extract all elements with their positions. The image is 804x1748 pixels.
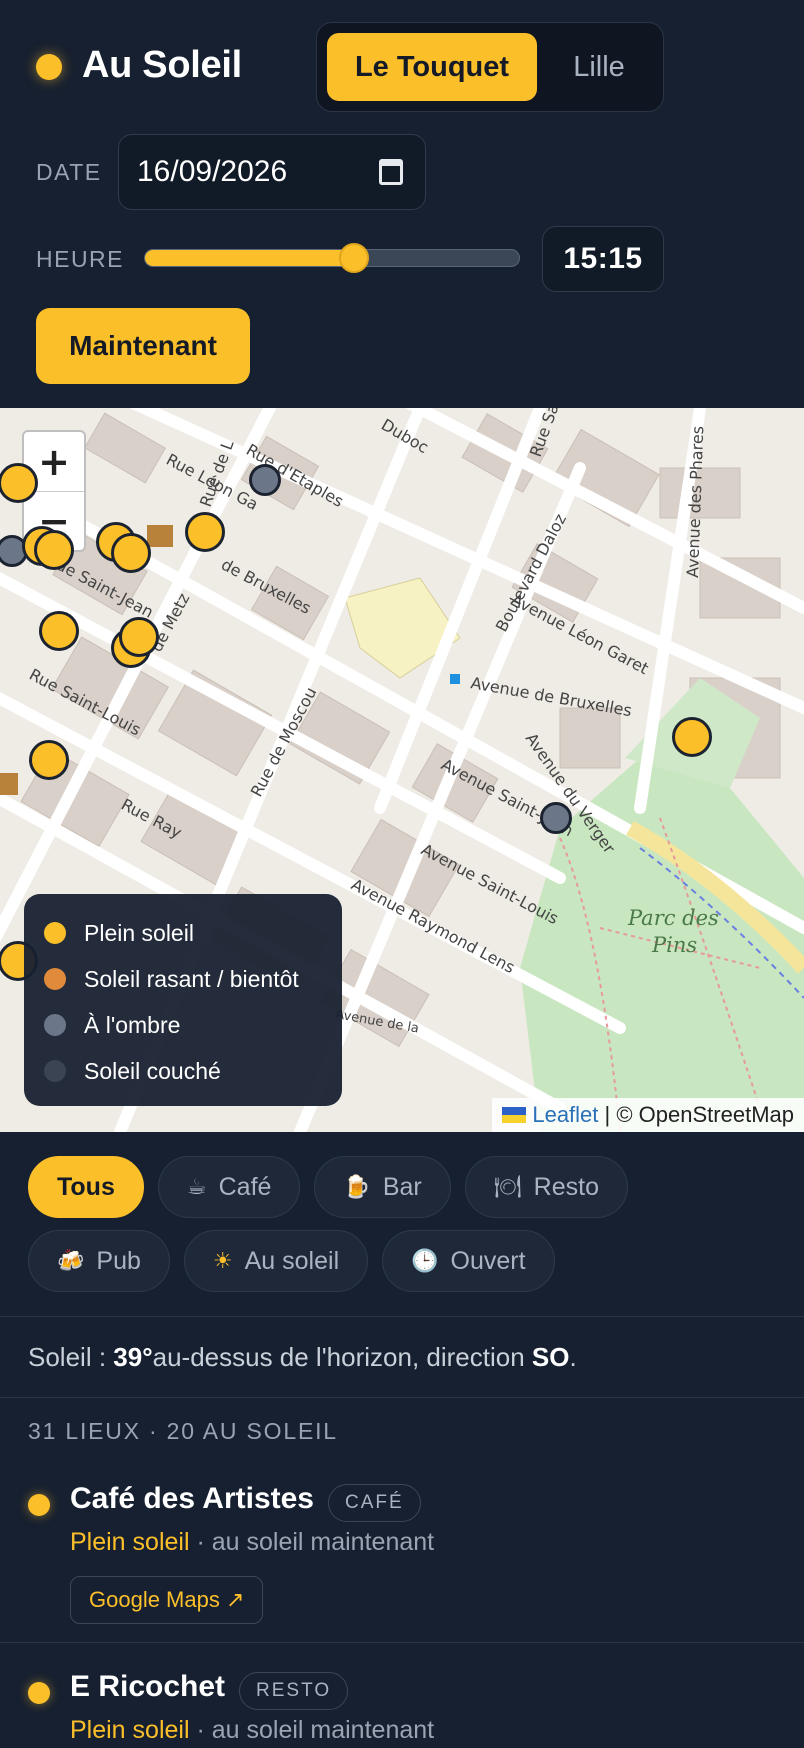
legend-item: Soleil couché	[44, 1048, 322, 1094]
venue-name: E Ricochet	[70, 1670, 226, 1703]
date-label: DATE	[36, 159, 102, 185]
map-attribution: Leaflet | © OpenStreetMap	[492, 1098, 804, 1132]
legend-item: À l'ombre	[44, 1002, 322, 1048]
venue-marker-sun[interactable]	[29, 740, 69, 780]
map-park-label: Pins	[651, 933, 697, 957]
venue-marker-shade[interactable]	[249, 464, 281, 496]
list-item[interactable]: Café des Artistes CAFÉ Plein soleil · au…	[0, 1482, 804, 1632]
time-label: HEURE	[36, 246, 125, 272]
venue-status: Plein soleil · au soleil maintenant	[70, 1528, 435, 1556]
legend-swatch	[44, 968, 66, 990]
sun-status-dot	[28, 1494, 50, 1516]
venue-category-badge: RESTO	[239, 1672, 349, 1710]
filter-pub-chip[interactable]: 🍻 Pub	[28, 1230, 170, 1292]
map[interactable]: Rue d'Etaples Rue Léon Ga de Bruxelles u…	[0, 408, 804, 1132]
map-legend: Plein soleil Soleil rasant / bientôt À l…	[24, 894, 342, 1106]
clock-icon: 🕒	[411, 1248, 439, 1273]
sun-status-dot	[28, 1682, 50, 1704]
venue-marker-sun[interactable]	[119, 617, 159, 657]
sun-direction: SO	[531, 1341, 570, 1372]
date-value: 16/09/2026	[137, 155, 288, 188]
sun-altitude: 39°	[113, 1341, 153, 1372]
now-button[interactable]: Maintenant	[36, 308, 250, 384]
legend-swatch	[44, 922, 66, 944]
attribution-text: | © OpenStreetMap	[604, 1102, 794, 1127]
calendar-icon[interactable]	[379, 159, 403, 185]
list-item[interactable]: E Ricochet RESTO Plein soleil · au solei…	[0, 1670, 804, 1748]
ukraine-flag-icon	[502, 1107, 527, 1123]
list-divider	[0, 1642, 804, 1643]
venue-marker-shade[interactable]	[540, 802, 572, 834]
map-street-label: Avenue de Bruxelles	[469, 673, 633, 720]
venue-marker-sun[interactable]	[185, 512, 225, 552]
legend-swatch	[44, 1060, 66, 1082]
legend-item: Plein soleil	[44, 910, 322, 956]
sun-position-info: Soleil : 39° au-dessus de l'horizon, dir…	[0, 1316, 804, 1398]
venue-marker-sun[interactable]	[672, 717, 712, 757]
filter-cafe-chip[interactable]: ☕ Café	[157, 1156, 301, 1218]
time-value: 15:15	[542, 226, 664, 292]
city-lille-button[interactable]: Lille	[545, 33, 653, 101]
cinema-icon	[147, 525, 173, 547]
venue-marker-sun[interactable]	[34, 530, 74, 570]
sun-icon: ☀	[212, 1248, 233, 1273]
legend-swatch	[44, 1014, 66, 1036]
filter-sunny-chip[interactable]: ☀ Au soleil	[183, 1230, 369, 1292]
map-park-label: Parc des	[627, 906, 719, 930]
plate-icon: 🍽	[493, 1174, 522, 1199]
header: Au Soleil Le Touquet Lille DATE 16/09/20…	[0, 0, 804, 408]
city-le-touquet-button[interactable]: Le Touquet	[327, 33, 537, 101]
filter-open-chip[interactable]: 🕒 Ouvert	[382, 1230, 555, 1292]
time-slider-handle[interactable]	[339, 243, 370, 273]
time-slider[interactable]	[144, 243, 520, 273]
category-filters: Tous ☕ Café 🍺 Bar 🍽 Resto 🍻 Pub ☀ Au soleil 🕒…	[0, 1132, 804, 1316]
venue-marker-sun[interactable]	[111, 533, 151, 573]
time-slider-fill	[145, 250, 355, 266]
app-title: Au Soleil	[82, 44, 242, 86]
legend-item: Soleil rasant / bientôt	[44, 956, 322, 1002]
venue-name: Café des Artistes	[70, 1482, 314, 1515]
venue-category-badge: CAFÉ	[328, 1484, 421, 1522]
beers-icon: 🍻	[57, 1248, 85, 1273]
date-input[interactable]: 16/09/2026	[118, 134, 426, 210]
venue-status: Plein soleil · au soleil maintenant	[70, 1716, 435, 1744]
museum-icon	[0, 773, 18, 795]
filter-resto-chip[interactable]: 🍽 Resto	[464, 1156, 628, 1218]
filter-bar-chip[interactable]: 🍺 Bar	[314, 1156, 451, 1218]
city-toggle: Le Touquet Lille	[316, 22, 664, 112]
list-summary: 31 LIEUX · 20 AU SOLEIL	[28, 1418, 338, 1444]
venue-marker-sun[interactable]	[39, 611, 79, 651]
beer-icon: 🍺	[343, 1174, 371, 1199]
filter-all-chip[interactable]: Tous	[28, 1156, 144, 1218]
leaflet-link[interactable]: Leaflet	[532, 1102, 598, 1128]
google-maps-link[interactable]: Google Maps ↗	[70, 1576, 264, 1624]
coffee-icon: ☕	[186, 1174, 207, 1199]
sun-logo-icon	[36, 54, 62, 80]
